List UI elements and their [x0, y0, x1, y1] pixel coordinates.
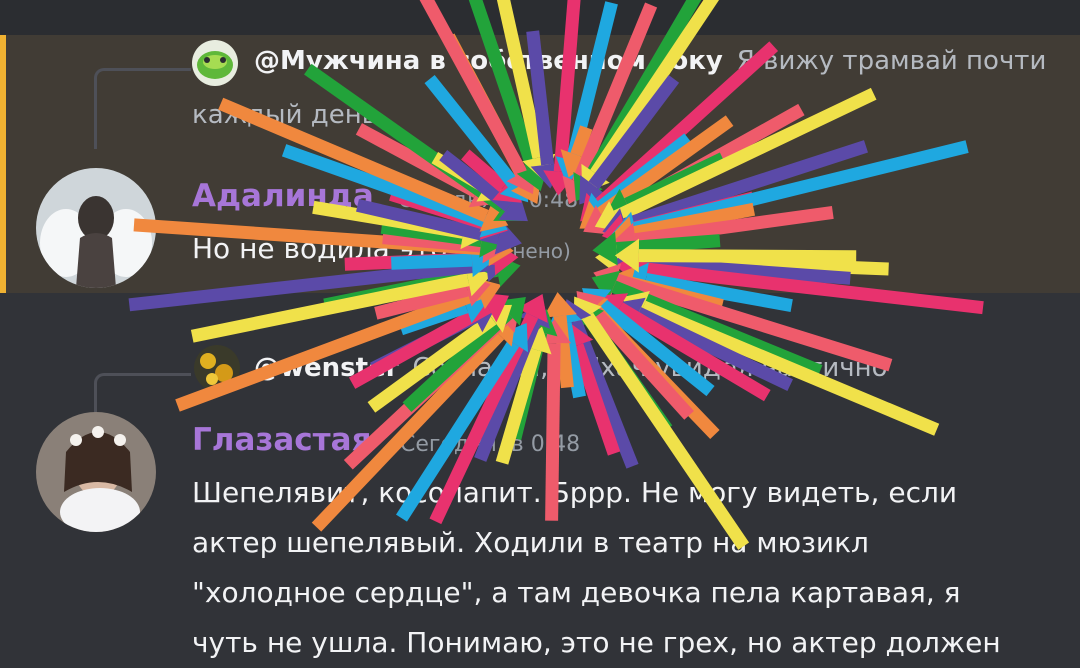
arrow-shaft	[553, 315, 574, 389]
arrow-shaft	[545, 343, 561, 521]
arrow-shaft	[391, 253, 473, 270]
arrow-burst-overlay-icon	[128, 0, 984, 550]
arrow-shaft	[638, 249, 857, 264]
